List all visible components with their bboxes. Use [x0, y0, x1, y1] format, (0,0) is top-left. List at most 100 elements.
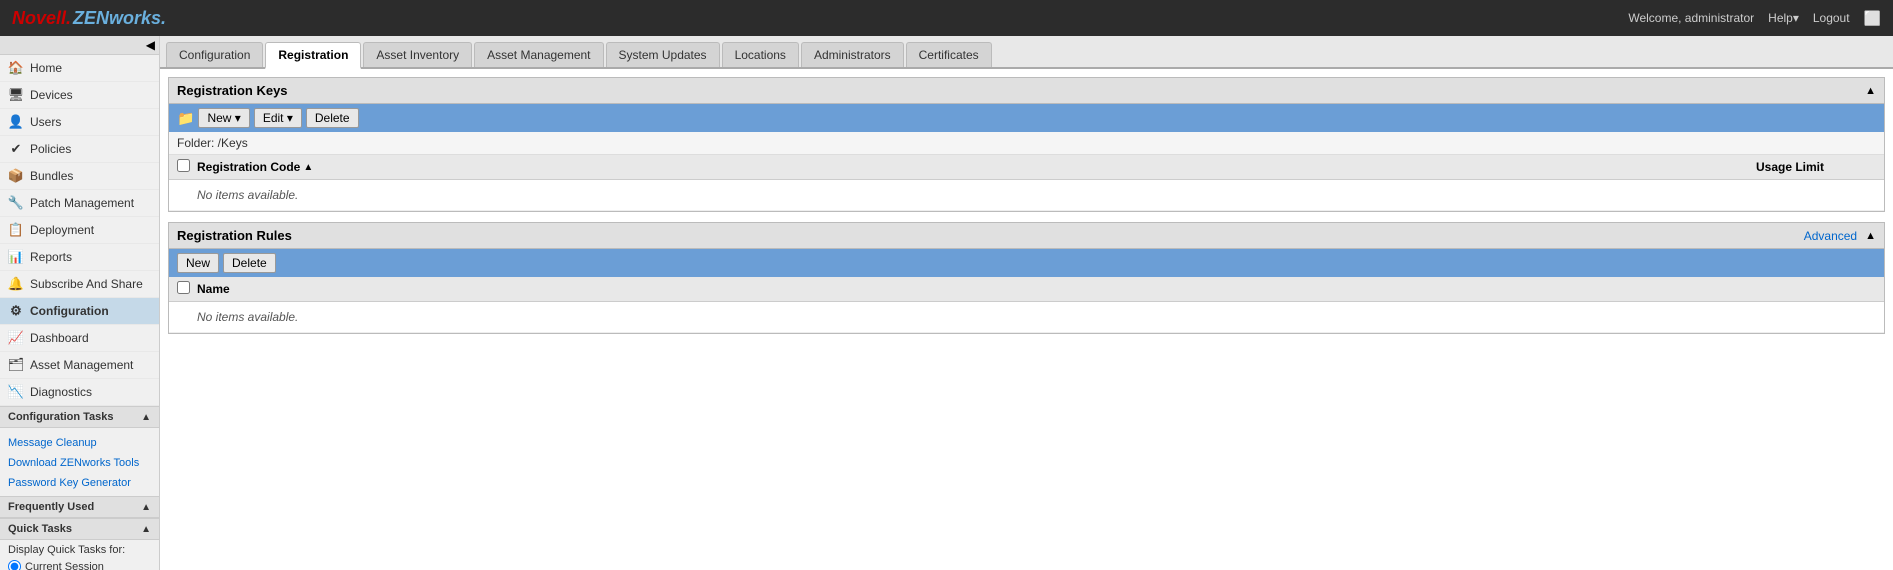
tabs-bar: ConfigurationRegistrationAsset Inventory…: [160, 36, 1893, 69]
config-tasks-toggle[interactable]: ▲: [141, 412, 151, 423]
config-task-item: Password Key Generator: [8, 472, 151, 492]
reg-rules-select-all[interactable]: [177, 281, 190, 294]
reg-rules-no-items: No items available.: [169, 302, 1884, 333]
quick-task-radio[interactable]: [8, 560, 21, 570]
tab-registration[interactable]: Registration: [265, 42, 361, 69]
registration-keys-toolbar: 📁 New ▾ Edit ▾ Delete: [169, 104, 1884, 132]
registration-rules-collapse[interactable]: ▲: [1865, 230, 1876, 242]
registration-rules-toolbar: New Delete: [169, 249, 1884, 277]
sidebar-toggle-icon: ◀: [146, 38, 155, 52]
logo-novell: Novell.: [12, 8, 71, 29]
nav-label: Asset Management: [30, 358, 133, 372]
reg-keys-edit-button[interactable]: Edit ▾: [254, 108, 302, 128]
logo: Novell. ZENworks.: [12, 8, 166, 29]
main-content: ConfigurationRegistrationAsset Inventory…: [160, 36, 1893, 570]
folder-icon: 📁: [177, 110, 194, 127]
sidebar: ◀ 🏠 Home 🖥 Devices 👤Users✔Policies 📦 Bundles 🔧 P…: [0, 36, 160, 570]
config-task-item: Download ZENworks Tools: [8, 452, 151, 472]
nav-icon: 🖥: [8, 87, 24, 103]
nav-label: Bundles: [30, 169, 73, 183]
folder-path: Folder: /Keys: [177, 136, 248, 150]
quick-tasks-toggle[interactable]: ▲: [141, 524, 151, 535]
config-task-links: Message Cleanup Download ZENworks Tools Pa…: [0, 428, 159, 496]
config-task-link[interactable]: Password Key Generator: [8, 477, 131, 489]
nav-label: Patch Management: [30, 196, 134, 210]
maximize-icon[interactable]: ⬜: [1864, 10, 1881, 27]
quick-task-label: Current Session: [25, 561, 104, 570]
nav-icon: ✔: [8, 141, 24, 157]
config-task-item: Message Cleanup: [8, 432, 151, 452]
nav-icon: 📈: [8, 330, 24, 346]
nav-label: Subscribe And Share: [30, 277, 143, 291]
sidebar-item-home[interactable]: 🏠 Home: [0, 55, 159, 82]
registration-rules-title: Registration Rules: [177, 228, 292, 243]
tab-locations[interactable]: Locations: [722, 42, 799, 67]
nav-icon: 📦: [8, 168, 24, 184]
sidebar-item-subscribe-and-share[interactable]: 🔔 Subscribe And Share: [0, 271, 159, 298]
reg-keys-new-button[interactable]: New ▾: [198, 108, 249, 128]
usage-limit-col-label: Usage Limit: [1756, 160, 1876, 174]
nav-icon: 📊: [8, 249, 24, 265]
nav-icon: 🔔: [8, 276, 24, 292]
nav-icon: ⚙: [8, 303, 24, 319]
registration-keys-title: Registration Keys: [177, 83, 288, 98]
nav-icon: 🔧: [8, 195, 24, 211]
config-tasks-header: Configuration Tasks: [8, 411, 114, 423]
reg-rules-new-button[interactable]: New: [177, 253, 219, 273]
sidebar-item-users[interactable]: 👤Users: [0, 109, 159, 136]
nav-label: Devices: [30, 88, 73, 102]
help-link[interactable]: Help▾: [1768, 11, 1799, 25]
nav-label: Diagnostics: [30, 385, 92, 399]
registration-keys-panel: Registration Keys ▲ 📁 New ▾ Edit ▾ Delet…: [168, 77, 1885, 212]
sidebar-item-patch-management[interactable]: 🔧 Patch Management: [0, 190, 159, 217]
registration-keys-header: Registration Keys ▲: [169, 78, 1884, 104]
tab-asset-management[interactable]: Asset Management: [474, 42, 603, 67]
sidebar-item-reports[interactable]: 📊Reports: [0, 244, 159, 271]
sidebar-toggle[interactable]: ◀: [0, 36, 159, 55]
sidebar-item-dashboard[interactable]: 📈 Dashboard: [0, 325, 159, 352]
logout-link[interactable]: Logout: [1813, 11, 1850, 25]
nav-label: Configuration: [30, 304, 109, 318]
nav-icon: 🗂: [8, 357, 24, 373]
nav-icon: 🏠: [8, 60, 24, 76]
registration-rules-header: Registration Rules Advanced ▲: [169, 223, 1884, 249]
tab-configuration[interactable]: Configuration: [166, 42, 263, 67]
nav-label: Deployment: [30, 223, 94, 237]
logo-zenworks: ZENworks.: [73, 8, 166, 29]
reg-keys-no-items: No items available.: [169, 180, 1884, 211]
config-task-link[interactable]: Message Cleanup: [8, 437, 97, 449]
quick-task-radio-row: Current Session: [8, 560, 151, 570]
sidebar-item-diagnostics[interactable]: 📉Diagnostics: [0, 379, 159, 406]
registration-keys-collapse[interactable]: ▲: [1865, 85, 1876, 97]
config-task-link[interactable]: Download ZENworks Tools: [8, 457, 139, 469]
tab-administrators[interactable]: Administrators: [801, 42, 904, 67]
welcome-text: Welcome, administrator: [1628, 11, 1754, 25]
reg-keys-select-all[interactable]: [177, 159, 190, 172]
nav-icon: 📋: [8, 222, 24, 238]
tab-system-updates[interactable]: System Updates: [606, 42, 720, 67]
frequently-used-section: Frequently Used ▲: [0, 496, 159, 518]
header-right: Welcome, administrator Help▾ Logout ⬜: [1628, 10, 1881, 27]
sidebar-item-asset-management[interactable]: 🗂 Asset Management: [0, 352, 159, 379]
reg-rules-delete-button[interactable]: Delete: [223, 253, 276, 273]
content-area: Registration Keys ▲ 📁 New ▾ Edit ▾ Delet…: [160, 69, 1893, 352]
quick-tasks-header: Quick Tasks: [8, 523, 72, 535]
frequently-used-header: Frequently Used: [8, 501, 94, 513]
config-tasks-section: Configuration Tasks ▲: [0, 406, 159, 428]
folder-bar: Folder: /Keys: [169, 132, 1884, 155]
reg-keys-table-header: Registration Code ▲ Usage Limit: [169, 155, 1884, 180]
sidebar-item-policies[interactable]: ✔Policies: [0, 136, 159, 163]
tab-certificates[interactable]: Certificates: [906, 42, 992, 67]
frequently-used-toggle[interactable]: ▲: [141, 502, 151, 513]
advanced-link[interactable]: Advanced: [1804, 229, 1857, 243]
sidebar-item-deployment[interactable]: 📋 Deployment: [0, 217, 159, 244]
reg-keys-delete-button[interactable]: Delete: [306, 108, 359, 128]
sidebar-item-devices[interactable]: 🖥 Devices: [0, 82, 159, 109]
panel-header-right: Advanced ▲: [1804, 229, 1876, 243]
sort-icon[interactable]: ▲: [303, 162, 313, 173]
sidebar-item-bundles[interactable]: 📦 Bundles: [0, 163, 159, 190]
nav-label: Home: [30, 61, 62, 75]
tab-asset-inventory[interactable]: Asset Inventory: [363, 42, 472, 67]
sidebar-item-configuration[interactable]: ⚙ Configuration: [0, 298, 159, 325]
nav-label: Dashboard: [30, 331, 89, 345]
